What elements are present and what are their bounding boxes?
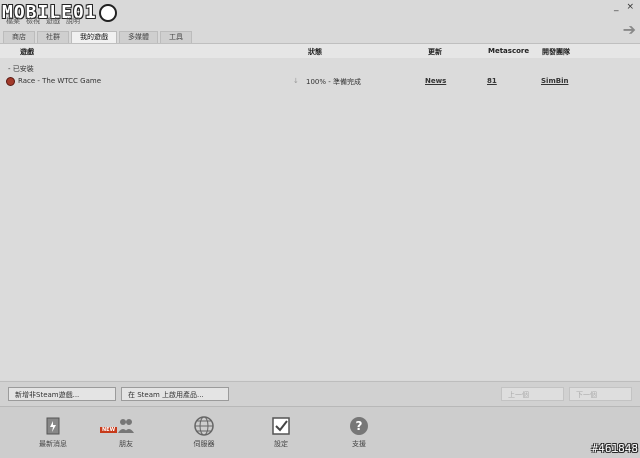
footer-servers-label: 伺服器 bbox=[193, 440, 215, 448]
tab-store[interactable]: 商店 bbox=[3, 31, 35, 43]
menu-view[interactable]: 檢視 bbox=[26, 16, 40, 26]
column-news[interactable]: 更新 bbox=[428, 47, 442, 57]
servers-icon bbox=[194, 416, 214, 436]
action-bar: 新增非Steam遊戲... 在 Steam 上啟用產品... 上一個 下一個 bbox=[0, 381, 640, 406]
footer-news[interactable]: 最新消息 bbox=[28, 415, 78, 449]
svg-text:?: ? bbox=[356, 419, 363, 433]
new-badge: NEW bbox=[100, 427, 118, 433]
activate-product-button[interactable]: 在 Steam 上啟用產品... bbox=[121, 387, 229, 401]
next-button[interactable]: 下一個 bbox=[569, 387, 632, 401]
footer-friends-label: 朋友 bbox=[119, 440, 133, 448]
footer-support[interactable]: ? 支援 bbox=[334, 415, 384, 449]
news-icon bbox=[46, 417, 60, 435]
footer-settings-label: 設定 bbox=[274, 440, 288, 448]
table-header: 遊戲 狀態 更新 Metascore 開發團隊 bbox=[0, 43, 640, 59]
games-list: - 已安裝 Race - The WTCC Game ↓ 100% - 準備完成… bbox=[0, 58, 640, 380]
support-icon: ? bbox=[350, 417, 368, 435]
game-metascore-link[interactable]: 81 bbox=[487, 77, 497, 85]
footer-settings[interactable]: 設定 bbox=[256, 415, 306, 449]
game-name[interactable]: Race - The WTCC Game bbox=[18, 77, 101, 85]
menu-bar: 檔案 檢視 遊戲 說明 bbox=[6, 16, 80, 26]
tab-bar: 商店 社群 我的遊戲 多媒體 工具 bbox=[3, 31, 192, 43]
footer-bar: 最新消息 朋友 NEW 伺服器 設定 ? 支援 bbox=[0, 406, 640, 458]
column-status[interactable]: 狀態 bbox=[308, 47, 322, 57]
minimize-button[interactable]: _ bbox=[614, 2, 619, 12]
prev-button[interactable]: 上一個 bbox=[501, 387, 564, 401]
menu-file[interactable]: 檔案 bbox=[6, 16, 20, 26]
tab-media[interactable]: 多媒體 bbox=[119, 31, 158, 43]
add-non-steam-game-button[interactable]: 新增非Steam遊戲... bbox=[8, 387, 116, 401]
game-developer-link[interactable]: SimBin bbox=[541, 77, 568, 85]
logo-circle-icon bbox=[98, 4, 117, 22]
watermark-id: #461848 bbox=[591, 442, 638, 455]
footer-news-label: 最新消息 bbox=[39, 440, 67, 448]
column-game[interactable]: 遊戲 bbox=[20, 47, 34, 57]
game-icon bbox=[6, 77, 15, 86]
menu-games[interactable]: 遊戲 bbox=[46, 16, 60, 26]
settings-icon bbox=[272, 417, 290, 435]
game-status: 100% - 準備完成 bbox=[306, 78, 361, 86]
window-controls: _ × bbox=[614, 2, 634, 12]
footer-support-label: 支援 bbox=[352, 440, 366, 448]
footer-servers[interactable]: 伺服器 bbox=[179, 415, 229, 449]
friends-icon bbox=[118, 419, 134, 433]
tab-my-games[interactable]: 我的遊戲 bbox=[71, 31, 117, 43]
close-button[interactable]: × bbox=[626, 2, 634, 12]
tab-community[interactable]: 社群 bbox=[37, 31, 69, 43]
column-developer[interactable]: 開發團隊 bbox=[542, 47, 570, 57]
nav-forward-arrow-icon[interactable]: ➔ bbox=[623, 20, 636, 39]
table-row[interactable]: Race - The WTCC Game ↓ 100% - 準備完成 News … bbox=[0, 76, 640, 87]
download-icon: ↓ bbox=[293, 77, 299, 85]
game-news-link[interactable]: News bbox=[425, 77, 446, 85]
menu-help[interactable]: 說明 bbox=[66, 16, 80, 26]
column-metascore[interactable]: Metascore bbox=[488, 47, 529, 55]
section-installed[interactable]: - 已安裝 bbox=[8, 64, 34, 74]
tab-tools[interactable]: 工具 bbox=[160, 31, 192, 43]
